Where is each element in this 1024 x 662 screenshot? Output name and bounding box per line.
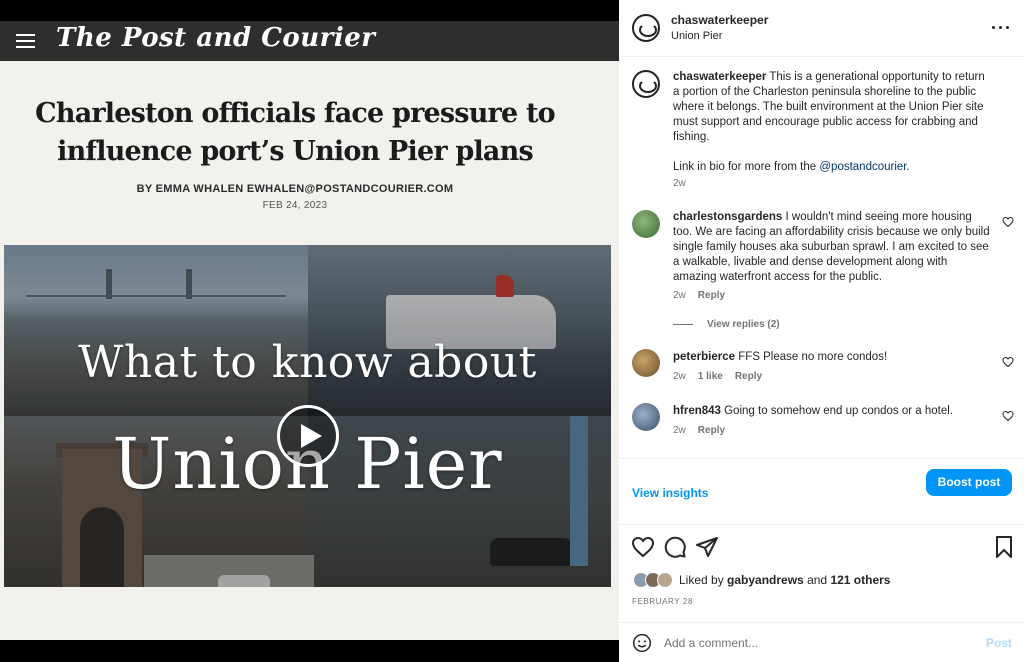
play-button[interactable] bbox=[277, 405, 339, 467]
video-thumbnail[interactable]: What to know about Union Pier bbox=[4, 245, 611, 587]
header-username[interactable]: chaswaterkeeper bbox=[671, 13, 768, 27]
caption-time: 2w bbox=[673, 178, 686, 189]
comment-time: 2w bbox=[673, 371, 686, 382]
comment-username[interactable]: peterbierce bbox=[673, 351, 735, 363]
article-date: FEB 24, 2023 bbox=[262, 200, 328, 211]
post-panel: chaswaterkeeper Union Pier chaswaterkeep… bbox=[619, 0, 1024, 662]
heart-icon[interactable] bbox=[631, 535, 655, 559]
caption-link-text: Link in bio for more from the bbox=[673, 161, 820, 173]
comment-body: Going to somehow end up condos or a hote… bbox=[724, 405, 954, 417]
comment-time: 2w bbox=[673, 425, 686, 436]
post-actions bbox=[619, 535, 1024, 561]
view-insights-link[interactable]: View insights bbox=[632, 486, 708, 500]
post-media: The Post and Courier Charleston official… bbox=[0, 0, 619, 662]
post-comment-button[interactable]: Post bbox=[986, 636, 1012, 650]
comment-username[interactable]: charlestonsgardens bbox=[673, 211, 782, 223]
hamburger-icon bbox=[16, 34, 35, 48]
heart-icon[interactable] bbox=[1002, 356, 1014, 368]
comment-1: charlestonsgardens I wouldn't mind seein… bbox=[673, 210, 993, 285]
comment-meta: 2w 1 like Reply bbox=[673, 371, 762, 382]
post-date: FEBRUARY 28 bbox=[632, 597, 693, 606]
post-header: chaswaterkeeper Union Pier bbox=[619, 0, 1024, 57]
article-byline: BY EMMA WHALEN EWHALEN@POSTANDCOURIER.CO… bbox=[136, 183, 454, 195]
reply-button[interactable]: Reply bbox=[698, 425, 725, 436]
comment-input[interactable] bbox=[664, 632, 964, 654]
comment-icon[interactable] bbox=[663, 535, 687, 559]
caption: chaswaterkeeper This is a generational o… bbox=[673, 70, 993, 175]
caption-link-end: . bbox=[906, 161, 910, 173]
comment-username[interactable]: hfren843 bbox=[673, 405, 721, 417]
commenter-avatar[interactable] bbox=[632, 403, 660, 431]
caption-username[interactable]: chaswaterkeeper bbox=[673, 71, 766, 83]
avatar bbox=[657, 572, 673, 588]
comment-3: hfren843 Going to somehow end up condos … bbox=[673, 404, 993, 419]
avatar[interactable] bbox=[632, 14, 660, 42]
likes-prefix: Liked by bbox=[679, 573, 728, 587]
heart-icon[interactable] bbox=[1002, 410, 1014, 422]
heart-icon[interactable] bbox=[1002, 216, 1014, 228]
commenter-avatar[interactable] bbox=[632, 349, 660, 377]
emoji-icon[interactable] bbox=[632, 633, 652, 653]
comment-meta: 2w Reply bbox=[673, 290, 725, 301]
likes-user[interactable]: gabyandrews bbox=[727, 573, 804, 587]
insights-bar: View insights Boost post bbox=[619, 458, 1024, 525]
more-icon[interactable] bbox=[992, 26, 1010, 30]
reply-button[interactable]: Reply bbox=[698, 290, 725, 301]
reply-button[interactable]: Reply bbox=[735, 371, 762, 382]
commenter-avatar[interactable] bbox=[632, 210, 660, 238]
newspaper-logo: The Post and Courier bbox=[56, 23, 376, 53]
comment-likes[interactable]: 1 like bbox=[698, 371, 723, 382]
play-icon bbox=[301, 424, 322, 448]
boost-post-button[interactable]: Boost post bbox=[926, 469, 1012, 496]
bookmark-icon[interactable] bbox=[992, 535, 1016, 559]
header-location[interactable]: Union Pier bbox=[671, 30, 722, 42]
likes-summary[interactable]: Liked by gabyandrews and 121 others bbox=[679, 573, 890, 587]
send-icon[interactable] bbox=[695, 535, 719, 559]
comment-meta: 2w Reply bbox=[673, 425, 725, 436]
comment-2: peterbierce FFS Please no more condos! bbox=[673, 350, 993, 365]
view-replies-button[interactable]: View replies (2) bbox=[673, 319, 780, 330]
newspaper-masthead-bar: The Post and Courier bbox=[0, 21, 619, 61]
article-screenshot: The Post and Courier Charleston official… bbox=[0, 21, 619, 640]
caption-mention-link[interactable]: @postandcourier bbox=[819, 161, 906, 173]
video-title-line1: What to know about bbox=[78, 337, 537, 388]
comment-body: FFS Please no more condos! bbox=[738, 351, 888, 363]
comment-time: 2w bbox=[673, 290, 686, 301]
article-headline: Charleston officials face pressure to in… bbox=[35, 98, 555, 167]
caption-avatar[interactable] bbox=[632, 70, 660, 98]
likes-others[interactable]: 121 others bbox=[830, 573, 890, 587]
add-comment-bar: Post bbox=[619, 622, 1024, 662]
comments-section[interactable]: chaswaterkeeper This is a generational o… bbox=[619, 58, 1024, 458]
liker-avatars[interactable] bbox=[633, 572, 679, 588]
likes-middle: and bbox=[803, 573, 831, 587]
